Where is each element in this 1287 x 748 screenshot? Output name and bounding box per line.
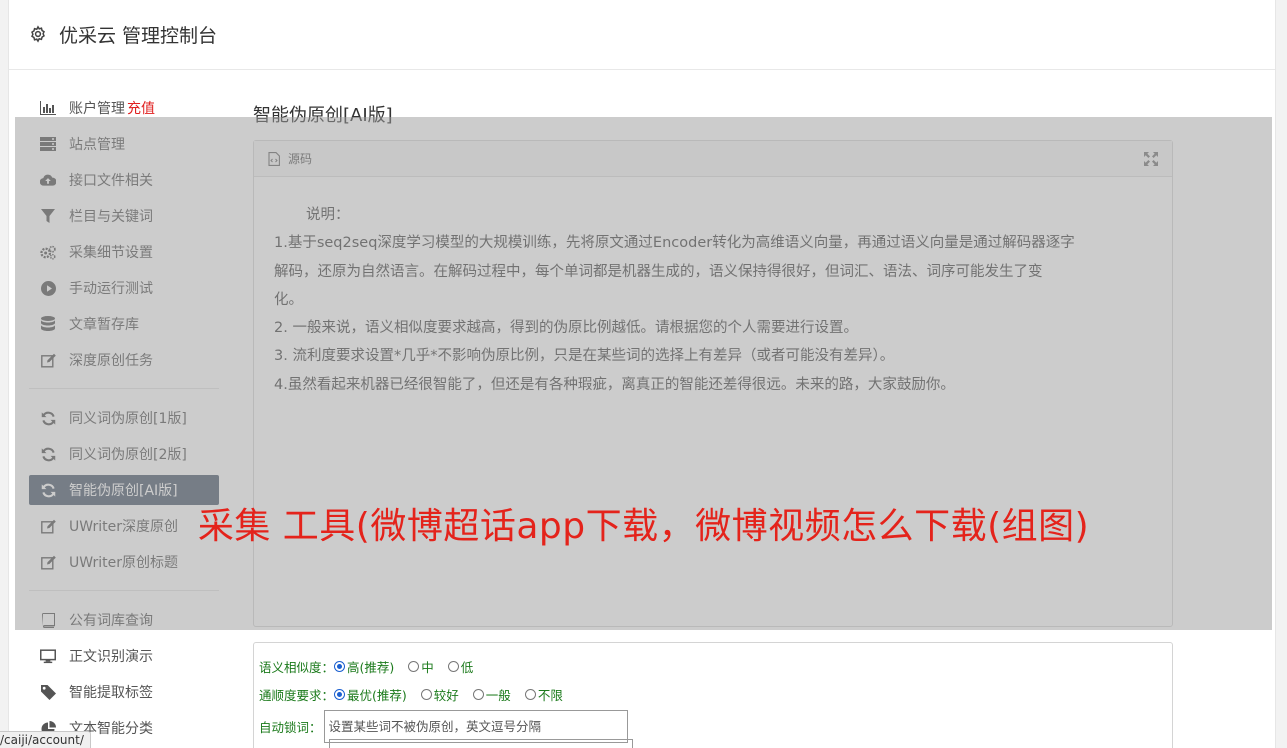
bar-chart-icon [40,100,56,116]
lock-words-label: 自动锁词： [259,719,322,735]
radio-button[interactable] [408,660,420,672]
option-label: 较好 [433,687,459,703]
cloud-upload-icon [40,172,56,188]
sidebar-item-sites[interactable]: 站点管理 [29,126,219,162]
sidebar-item-label: 站点管理 [69,137,125,153]
sidebar-item-collect-settings[interactable]: 采集细节设置 [29,234,219,270]
sidebar-item-label: 账户管理 [69,101,125,117]
book-icon [40,612,56,628]
file-code-icon [268,151,282,166]
option-label: 最优(推荐) [347,687,407,703]
cogs-icon [40,244,56,260]
monitor-icon [40,648,56,664]
sidebar-item-text-recognition[interactable]: 正文识别演示 [29,638,219,674]
sidebar-item-uwriter-title[interactable]: UWriter原创标题 [29,544,219,580]
option-label: 不限 [537,687,563,703]
radio-button[interactable] [524,688,536,700]
sidebar-item-label: 手动运行测试 [69,281,153,297]
option-label: 低 [460,659,474,675]
similarity-high-option[interactable]: 高(推荐) [334,657,394,676]
sidebar-item-label: 正文识别演示 [69,649,153,665]
top-bar: 优采云 管理控制台 [9,0,1275,70]
radio-button[interactable] [447,660,459,672]
panel-header: 源码 [254,141,1172,177]
description-heading: 说明： [306,207,350,223]
sidebar-item-smart-tags[interactable]: 智能提取标签 [29,674,219,710]
radio-button[interactable] [472,688,484,700]
similarity-row: 语义相似度： 高(推荐) 中 低 [259,652,1172,680]
gear-icon [29,24,49,45]
sidebar-item-interface-files[interactable]: 接口文件相关 [29,162,219,198]
description-text: 说明： 1.基于seq2seq深度学习模型的大规模训练，先将原文通过Encode… [254,177,1172,399]
fluency-label: 通顺度要求： [259,687,335,703]
play-circle-icon [40,280,56,296]
server-icon [40,136,56,152]
sidebar-item-label: 公有词库查询 [69,613,153,629]
sidebar-item-label: 深度原创任务 [69,353,153,369]
description-line: 1.基于seq2seq深度学习模型的大规模训练，先将原文通过Encoder转化为… [274,235,1075,252]
filter-icon [40,208,56,224]
panel-title: 源码 [288,152,313,166]
sidebar-item-manual-run[interactable]: 手动运行测试 [29,270,219,306]
refresh-icon [40,446,56,462]
option-label: 高(推荐) [347,659,395,675]
console-title: 优采云 管理控制台 [59,25,218,47]
edit-icon [40,352,56,368]
source-panel: 源码 说明： 1.基于seq2seq深度学习模型的大规模训练，先将原文通过Enc… [253,140,1173,627]
description-line: 解码，还原为自然语言。在解码过程中，每个单词都是机器生成的，语义保持得很好，但词… [274,263,1043,280]
sidebar-item-label: 同义词伪原创[1版] [69,411,187,427]
page-title: 智能伪原创[AI版] [253,105,393,126]
tag-icon [40,684,56,700]
fluency-any-option[interactable]: 不限 [524,685,563,704]
radio-button[interactable] [334,688,346,700]
recharge-link[interactable]: 充值 [127,98,155,118]
similarity-medium-option[interactable]: 中 [408,657,434,676]
sidebar-item-label: 栏目与关键词 [69,209,153,225]
sidebar-divider [29,590,219,591]
fluency-normal-option[interactable]: 一般 [472,685,511,704]
description-line: 4.虽然看起来机器已经很智能了，但还是有各种瑕疵，离真正的智能还差得很远。未来的… [274,376,955,393]
sidebar-item-account[interactable]: 账户管理 充值 [29,90,219,126]
radio-button[interactable] [420,688,432,700]
sidebar-item-label: 智能提取标签 [69,685,153,701]
refresh-icon [40,410,56,426]
sidebar-item-label: 文章暂存库 [69,317,139,333]
sidebar: 账户管理 充值 站点管理 接口文件相关 栏目与关键词 采集细节设置 手动运行测试… [29,90,219,746]
refresh-icon [40,482,56,498]
fluency-good-option[interactable]: 较好 [420,685,459,704]
expand-icon[interactable] [1144,152,1158,166]
sidebar-item-label: 接口文件相关 [69,173,153,189]
database-icon [40,316,56,332]
sidebar-item-deep-original-task[interactable]: 深度原创任务 [29,342,219,378]
fluency-row: 通顺度要求： 最优(推荐) 较好 一般 不限 [259,680,1172,708]
sidebar-item-synonym-v1[interactable]: 同义词伪原创[1版] [29,400,219,436]
description-line: 3. 流利度要求设置*几乎*不影响伪原比例，只是在某些词的选择上有差异（或者可能… [274,348,895,365]
radio-button[interactable] [334,660,346,672]
description-line: 2. 一般来说，语义相似度要求越高，得到的伪原比例越低。请根据您的个人需要进行设… [274,320,858,337]
sidebar-item-public-lexicon[interactable]: 公有词库查询 [29,602,219,638]
similarity-label: 语义相似度： [259,659,335,675]
description-line: 化。 [274,291,303,308]
status-bar-url: /caiji/account/ [0,731,91,748]
app-frame: 优采云 管理控制台 账户管理 充值 站点管理 接口文件相关 栏目与关键词 采集细… [8,0,1276,748]
sidebar-item-columns-keywords[interactable]: 栏目与关键词 [29,198,219,234]
sidebar-item-article-storage[interactable]: 文章暂存库 [29,306,219,342]
sidebar-divider [29,388,219,389]
sidebar-item-label: 同义词伪原创[2版] [69,447,187,463]
second-input[interactable] [329,739,633,748]
overlay-headline: 采集 工具(微博超话app下载，微博视频怎么下载(组图) [197,506,1090,547]
main-content: 智能伪原创[AI版] 源码 说明： 1.基于seq2seq深度学习模型的大规模训… [253,96,1173,627]
option-label: 中 [421,659,434,675]
similarity-low-option[interactable]: 低 [447,657,474,676]
sidebar-item-synonym-v2[interactable]: 同义词伪原创[2版] [29,436,219,472]
fluency-best-option[interactable]: 最优(推荐) [334,685,407,704]
edit-icon [40,554,56,570]
lock-words-input[interactable] [323,709,628,743]
sidebar-item-label: UWriter原创标题 [69,555,178,571]
sidebar-item-label: 采集细节设置 [69,245,153,261]
options-form: 语义相似度： 高(推荐) 中 低 通顺度要求： 最优(推荐) 较好 一般 不限 … [253,642,1173,748]
option-label: 一般 [485,687,511,703]
